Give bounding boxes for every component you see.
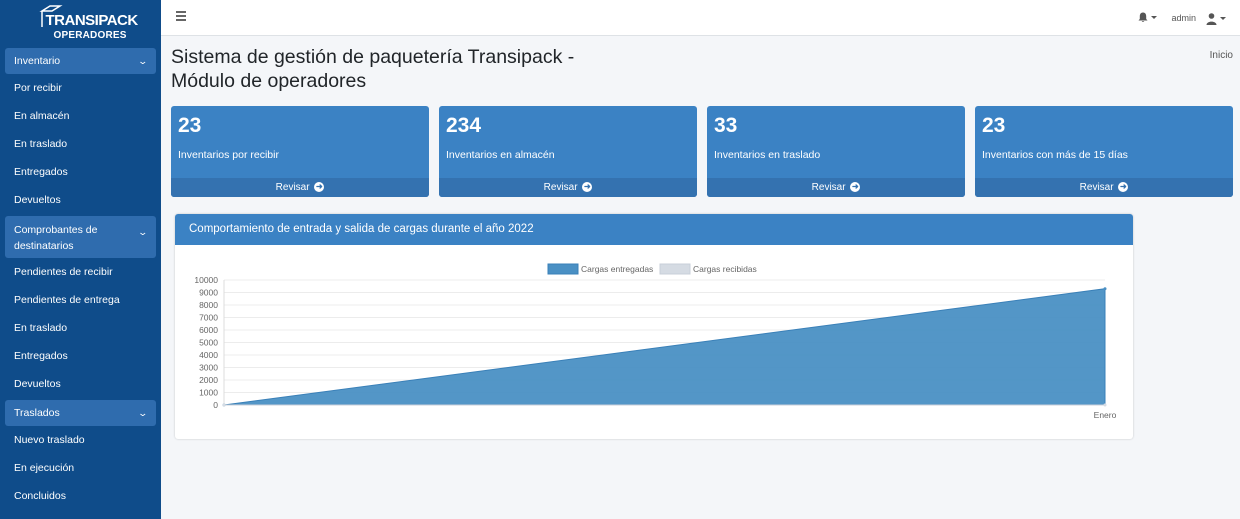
sidebar-section-comprobantes[interactable]: Comprobantes de destinatarios ⌄ (5, 216, 156, 258)
section-label: Traslados (14, 407, 60, 419)
revisar-button[interactable]: Revisar ➜ (707, 178, 965, 197)
area-chart: 0 1000 2000 3000 4000 5000 6000 7000 8000 9000 100… (194, 263, 1117, 420)
sidebar-item-en-traslado[interactable]: En traslado (0, 130, 161, 158)
sidebar: TRANSIPACK OPERADORES Inventario ⌄ Por r… (0, 0, 161, 519)
revisar-label: Revisar (811, 182, 846, 193)
sidebar-item-concluidos[interactable]: Concluidos (0, 482, 161, 510)
y-tick-label: 4000 (199, 350, 218, 360)
revisar-button[interactable]: Revisar ➜ (439, 178, 697, 197)
legend-swatch (659, 263, 691, 275)
arrow-right-icon: ➜ (1118, 182, 1129, 193)
chevron-down-icon: ⌄ (137, 407, 149, 418)
arrow-right-icon: ➜ (314, 182, 325, 193)
topbar: admin (161, 0, 1240, 36)
legend-label: Cargas recibidas (693, 264, 757, 274)
sidebar-item-nuevo-traslado[interactable]: Nuevo traslado (0, 426, 161, 454)
y-tick-label: 9000 (199, 288, 218, 298)
sidebar-item-comp-entregados[interactable]: Entregados (0, 342, 161, 370)
y-tick-label: 1000 (199, 388, 218, 398)
brand-subtitle: OPERADORES (53, 30, 127, 41)
sidebar-section-inventario[interactable]: Inventario ⌄ (5, 48, 156, 74)
sidebar-section-traslados[interactable]: Traslados ⌄ (5, 400, 156, 426)
stat-label: Inventarios por recibir (178, 149, 279, 161)
x-tick-label: Enero (1094, 410, 1117, 420)
section-label: Comprobantes de destinatarios (14, 224, 98, 252)
y-tick-label: 3000 (199, 363, 218, 373)
sidebar-item-comp-devueltos[interactable]: Devueltos (0, 370, 161, 398)
revisar-label: Revisar (275, 182, 310, 193)
y-tick-label: 8000 (199, 300, 218, 310)
section-label: Inventario (14, 55, 61, 67)
data-point (1103, 287, 1107, 291)
chart-title: Comportamiento de entrada y salida de ca… (175, 214, 1133, 245)
chevron-down-icon: ⌄ (137, 227, 149, 237)
breadcrumb-inicio[interactable]: Inicio (1210, 50, 1233, 61)
stat-label: Inventarios en almacén (446, 149, 555, 161)
page-title: Sistema de gestión de paquetería Transip… (171, 46, 575, 92)
data-point (222, 403, 226, 407)
bell-icon (1138, 12, 1148, 22)
stat-value: 23 (178, 114, 202, 137)
sidebar-item-en-ejecucion[interactable]: En ejecución (0, 454, 161, 482)
arrow-right-icon: ➜ (850, 182, 861, 193)
notifications-button[interactable] (1138, 11, 1157, 23)
data-point (1103, 403, 1107, 407)
sidebar-item-pendientes-entrega[interactable]: Pendientes de entrega (0, 286, 161, 314)
y-tick-label: 0 (213, 400, 218, 410)
stat-value: 33 (714, 114, 738, 137)
caret-down-icon (1151, 15, 1157, 19)
sidebar-item-devueltos[interactable]: Devueltos (0, 186, 161, 214)
series-area-0 (223, 288, 1106, 406)
stat-value: 234 (446, 114, 482, 137)
sidebar-item-entregados[interactable]: Entregados (0, 158, 161, 186)
revisar-label: Revisar (1079, 182, 1114, 193)
stat-card-en-almacen: 234 Inventarios en almacén Revisar ➜ (439, 106, 697, 197)
user-icon (1206, 12, 1217, 25)
sidebar-item-pendientes-recibir[interactable]: Pendientes de recibir (0, 258, 161, 286)
brand-logo[interactable]: TRANSIPACK OPERADORES (0, 0, 161, 46)
sidebar-item-en-almacen[interactable]: En almacén (0, 102, 161, 130)
legend-label: Cargas entregadas (581, 264, 653, 274)
arrow-right-icon: ➜ (582, 182, 593, 193)
stat-card-en-traslado: 33 Inventarios en traslado Revisar ➜ (707, 106, 965, 197)
user-name[interactable]: admin (1171, 13, 1196, 23)
sidebar-item-comp-en-traslado[interactable]: En traslado (0, 314, 161, 342)
sidebar-item-por-recibir[interactable]: Por recibir (0, 74, 161, 102)
chevron-down-icon: ⌄ (137, 55, 149, 66)
revisar-label: Revisar (543, 182, 578, 193)
y-tick-label: 7000 (199, 313, 218, 323)
y-tick-label: 10000 (194, 275, 218, 285)
stat-card-mas-15-dias: 23 Inventarios con más de 15 días Revisa… (975, 106, 1233, 197)
user-menu-button[interactable] (1206, 10, 1226, 28)
stat-label: Inventarios en traslado (714, 149, 821, 161)
legend-swatch (547, 263, 579, 275)
brand-name: TRANSIPACK (45, 12, 139, 29)
menu-toggle-icon[interactable] (176, 11, 186, 21)
stat-label: Inventarios con más de 15 días (982, 149, 1128, 161)
stat-card-por-recibir: 23 Inventarios por recibir Revisar ➜ (171, 106, 429, 197)
revisar-button[interactable]: Revisar ➜ (975, 178, 1233, 197)
revisar-button[interactable]: Revisar ➜ (171, 178, 429, 197)
y-tick-label: 5000 (199, 338, 218, 348)
chart-card: Comportamiento de entrada y salida de ca… (175, 214, 1133, 439)
stat-value: 23 (982, 114, 1006, 137)
y-tick-label: 6000 (199, 325, 218, 335)
y-tick-label: 2000 (199, 375, 218, 385)
caret-down-icon (1220, 17, 1226, 21)
